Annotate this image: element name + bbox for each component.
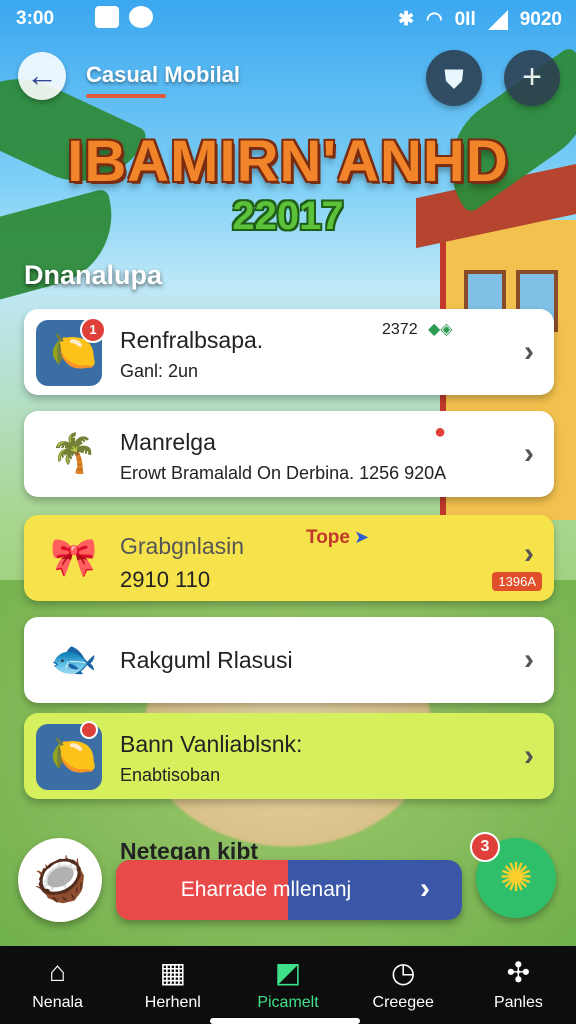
- list-item[interactable]: 🐟 Rakguml Rlasusi ›: [24, 617, 554, 703]
- list-item[interactable]: 🌴 Manrelga Erowt Bramalald On Derbina. 1…: [24, 411, 554, 497]
- map-icon: ◩: [274, 957, 302, 988]
- cta-label: Eharrade mllenanj: [180, 878, 352, 901]
- bluetooth-icon: ✱: [398, 9, 414, 30]
- palm-tree-icon: 🌴: [36, 422, 102, 488]
- nav-label: Herhenl: [144, 994, 201, 1011]
- card-title: Rakguml Rlasusi: [120, 647, 293, 673]
- chevron-right-icon: ›: [524, 437, 534, 470]
- notification-badge: 3: [470, 832, 500, 862]
- status-time: 3:00: [16, 8, 55, 29]
- primary-action-button[interactable]: Eharrade mllenanj ›: [116, 860, 462, 920]
- card-title: Bann Vanliablsnk:: [120, 731, 303, 757]
- network-text: 0Il: [454, 8, 476, 30]
- bow-character-icon: 🎀: [36, 526, 102, 592]
- add-button[interactable]: +: [504, 50, 560, 106]
- wifi-icon: ◠: [426, 9, 443, 30]
- signal-icon: [487, 9, 508, 30]
- nav-item-map[interactable]: ◩ Picamelt: [230, 946, 345, 1024]
- notification-dot: [80, 721, 98, 739]
- app-title: Casual Mobilal: [86, 62, 241, 87]
- chevron-right-icon: ›: [524, 335, 534, 368]
- avatar-character-icon: 🥥: [32, 855, 88, 904]
- title-underline: [86, 94, 166, 98]
- game-logo: IBAMIRN'ANHD: [67, 129, 509, 194]
- card-title: Manrelga: [120, 429, 216, 455]
- nav-label: Picamelt: [257, 994, 319, 1011]
- fish-glyph: 🐟: [50, 639, 98, 681]
- home-icon: ⌂: [49, 956, 67, 987]
- fruit-glyph: 🍋: [50, 735, 98, 777]
- home-indicator: [210, 1018, 360, 1024]
- chevron-right-icon: ›: [524, 537, 534, 570]
- corner-tag: 1396A: [492, 572, 542, 591]
- status-bar: 3:00 ✱ ◠ 0Il 9020: [0, 0, 576, 38]
- card-subtitle: Ganl: 2un: [120, 361, 199, 381]
- messenger-icon: [129, 6, 153, 28]
- game-logo-year: 22017: [232, 194, 344, 238]
- sun-icon: ✺: [499, 856, 533, 900]
- profile-avatar-button[interactable]: 🥥: [18, 838, 102, 922]
- clock-icon: ◷: [390, 957, 416, 988]
- screen: 3:00 ✱ ◠ 0Il 9020 ← Casual Mobilal ⛊ + I…: [0, 0, 576, 1024]
- chevron-right-icon: ›: [524, 739, 534, 772]
- gallery-icon: [95, 6, 119, 28]
- nav-label: Panles: [493, 994, 543, 1011]
- nav-item-shop[interactable]: ▦ Herhenl: [115, 946, 230, 1024]
- status-right: ✱ ◠ 0Il 9020: [398, 8, 562, 31]
- section-title: Dnanalupa: [24, 260, 163, 290]
- back-button[interactable]: ←: [18, 52, 66, 100]
- chevron-right-icon: ›: [524, 643, 534, 676]
- fish-icon: 🐟: [36, 628, 102, 694]
- shield-icon: ⛊: [444, 64, 464, 94]
- card-subtitle: Erowt Bramalald On Derbina. 1256 920A: [120, 463, 447, 483]
- shield-button[interactable]: ⛊: [426, 50, 482, 106]
- nav-item-clock[interactable]: ◷ Creegee: [346, 946, 461, 1024]
- list-item[interactable]: 🍋 Bann Vanliablsnk: Enabtisoban ›: [24, 713, 554, 799]
- nav-label: Creegee: [372, 994, 434, 1011]
- nav-item-puzzles[interactable]: ✣ Panles: [461, 946, 576, 1024]
- bottom-nav: ⌂ Nenala ▦ Herhenl ◩ Picamelt ◷ Creegee …: [0, 946, 576, 1024]
- status-right-text: 9020: [519, 8, 562, 30]
- arrow-left-icon: ←: [26, 57, 58, 93]
- shop-icon: ▦: [159, 957, 187, 988]
- card-title: Renfralbsapa.: [120, 327, 264, 353]
- card-subtitle: 2910 110: [120, 567, 211, 592]
- list-item[interactable]: 🎀 Grabgnlasin 2910 110 Tope ➤ › 1396A: [24, 515, 554, 601]
- card-subtitle: Enabtisoban: [120, 765, 221, 785]
- nav-label: Nenala: [32, 994, 83, 1011]
- list-item[interactable]: 🍋 1 Renfralbsapa. Ganl: 2un 2372 ◆◈ ›: [24, 309, 554, 395]
- palm-glyph: 🌴: [50, 433, 98, 475]
- puzzle-icon: ✣: [506, 957, 531, 988]
- top-bar: ← Casual Mobilal ⛊ +: [0, 46, 576, 110]
- notification-icons: [95, 6, 153, 28]
- arrow-icon: ➤: [354, 527, 370, 547]
- nav-item-home[interactable]: ⌂ Nenala: [0, 946, 115, 1024]
- gem-icon: ◆◈: [428, 321, 453, 338]
- notification-badge: 1: [80, 317, 106, 343]
- card-meta: 2372: [382, 321, 418, 338]
- tag-label: Tope: [306, 527, 350, 548]
- map-pin-icon: ●: [434, 421, 447, 443]
- chevron-right-icon: ›: [420, 872, 430, 905]
- bow-glyph: 🎀: [50, 537, 98, 579]
- plus-icon: +: [522, 58, 542, 96]
- card-title: Grabgnlasin: [120, 533, 245, 559]
